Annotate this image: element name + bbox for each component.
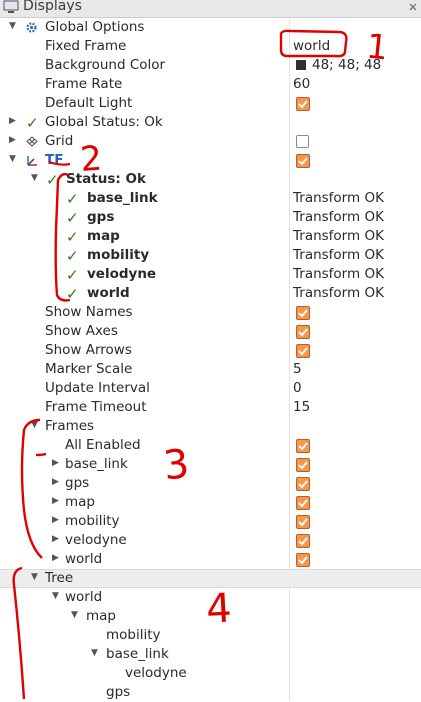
annotation-overlay: 1 2 3 4	[12, 27, 390, 700]
annotation-number: 1	[364, 27, 390, 69]
tree-bracket	[12, 566, 26, 700]
annotation-number: 3	[161, 441, 191, 489]
frames-bracket	[20, 418, 43, 559]
tf-underline-mark	[48, 160, 71, 166]
fixed-frame-highlight-box	[279, 29, 348, 58]
annotation-number: 2	[79, 139, 103, 180]
tf-highlight-bracket	[54, 172, 71, 302]
annotation-number: 4	[205, 585, 233, 632]
frames-tick-mark	[35, 452, 47, 457]
